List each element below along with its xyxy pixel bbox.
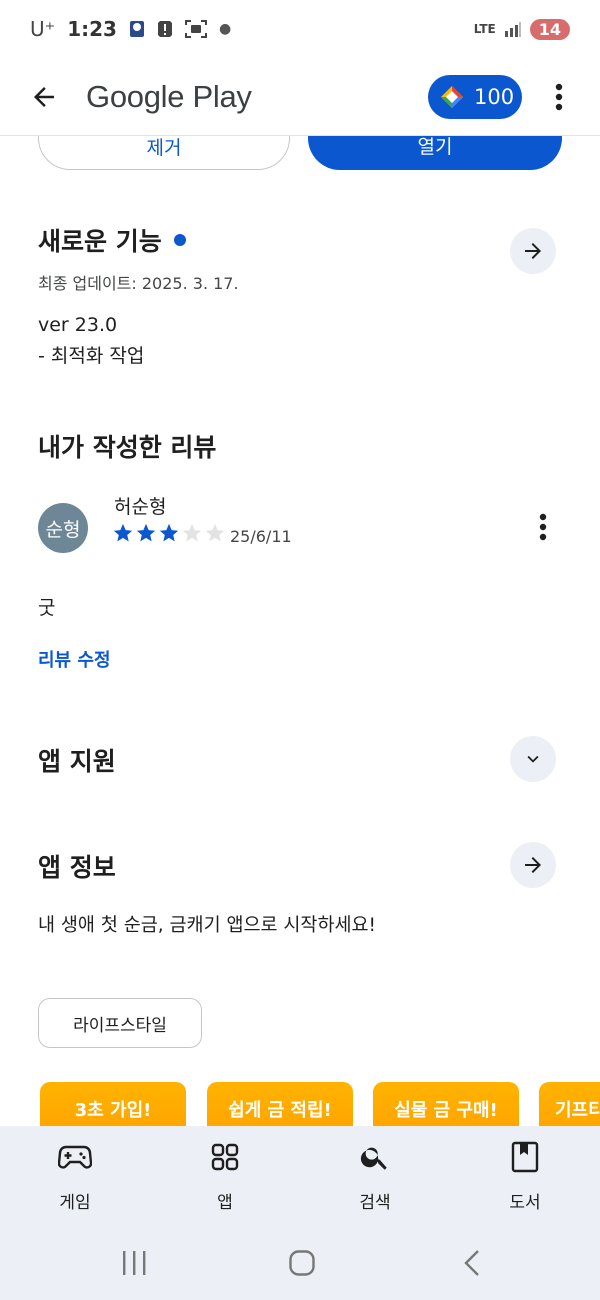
app-support-expand-button[interactable] bbox=[510, 736, 556, 782]
nav-item-apps[interactable]: 앱 bbox=[150, 1126, 300, 1230]
review-date: 25/6/11 bbox=[230, 527, 292, 546]
apps-grid-icon bbox=[211, 1143, 239, 1171]
carrier-label: U⁺ bbox=[30, 17, 56, 41]
nav-label-apps: 앱 bbox=[217, 1193, 233, 1213]
nav-label-search: 검색 bbox=[359, 1193, 391, 1213]
my-review-title: 내가 작성한 리뷰 bbox=[38, 433, 217, 462]
screenshot-card[interactable]: 실물 금 구매! bbox=[373, 1082, 519, 1126]
network-type: LTE bbox=[473, 22, 496, 36]
review-options-button[interactable] bbox=[526, 510, 560, 544]
home-icon bbox=[289, 1250, 315, 1276]
avatar: 순형 bbox=[38, 503, 88, 553]
category-chip[interactable]: 라이프스타일 bbox=[38, 998, 202, 1048]
arrow-right-icon bbox=[525, 857, 541, 873]
release-version: ver 23.0 bbox=[38, 314, 118, 336]
book-icon bbox=[511, 1141, 539, 1173]
bottom-navigation: 게임 앱 검색 도서 bbox=[0, 1126, 600, 1230]
last-updated: 최종 업데이트: 2025. 3. 17. bbox=[38, 274, 239, 293]
app-info-title[interactable]: 앱 정보 bbox=[38, 848, 116, 884]
nav-label-books: 도서 bbox=[509, 1193, 541, 1213]
review-text: 굿 bbox=[38, 597, 56, 619]
edit-review-link[interactable]: 리뷰 수정 bbox=[38, 646, 111, 672]
status-time: 1:23 bbox=[67, 17, 117, 41]
star-rating bbox=[112, 522, 226, 544]
nav-item-books[interactable]: 도서 bbox=[450, 1126, 600, 1230]
app-bar: Google Play 100 bbox=[0, 58, 600, 136]
gamepad-icon bbox=[58, 1145, 92, 1169]
new-indicator-dot bbox=[173, 234, 186, 246]
play-points-button[interactable]: 100 bbox=[428, 74, 522, 119]
uninstall-button[interactable]: 제거 bbox=[38, 136, 290, 170]
open-button[interactable]: 열기 bbox=[308, 136, 562, 170]
system-back-button[interactable] bbox=[452, 1246, 492, 1280]
whats-new-section[interactable]: 새로운 기능 최종 업데이트: 2025. 3. 17. bbox=[38, 222, 562, 294]
screenshot-card[interactable]: 쉽게 금 적립! bbox=[207, 1082, 353, 1126]
app-title: Google Play bbox=[86, 78, 252, 114]
app-info-arrow-button[interactable] bbox=[510, 842, 556, 888]
release-notes: ver 23.0 - 최적화 작업 bbox=[38, 310, 144, 372]
status-bar: U⁺ 1:23 ● LTE 14 bbox=[0, 0, 600, 58]
search-icon bbox=[360, 1147, 387, 1170]
uninstall-label: 제거 bbox=[146, 137, 182, 159]
recent-apps-button[interactable] bbox=[114, 1246, 154, 1280]
install-actions: 제거 열기 bbox=[38, 136, 562, 170]
open-label: 열기 bbox=[417, 136, 453, 158]
alert-icon bbox=[157, 21, 172, 37]
arrow-right-icon bbox=[525, 243, 541, 259]
signal-icon bbox=[504, 22, 521, 37]
whats-new-arrow-button[interactable] bbox=[510, 228, 556, 274]
chevron-left-icon bbox=[464, 1250, 479, 1276]
play-points-icon bbox=[441, 85, 463, 108]
more-vert-icon bbox=[555, 83, 563, 110]
screenshot-card[interactable]: 기프티 bbox=[539, 1082, 600, 1126]
star-empty-icon bbox=[182, 523, 202, 542]
star-filled-icon bbox=[113, 523, 133, 542]
screenshot-carousel[interactable]: 3초 가입! 쉽게 금 적립! 실물 금 구매! 기프티 bbox=[40, 1082, 600, 1126]
arrow-left-icon bbox=[34, 86, 54, 107]
recent-apps-icon bbox=[123, 1251, 146, 1275]
app-description: 내 생애 첫 순금, 금캐기 앱으로 시작하세요! bbox=[38, 915, 376, 936]
play-points-value: 100 bbox=[474, 84, 515, 109]
more-vert-icon bbox=[539, 513, 547, 541]
star-empty-icon bbox=[205, 523, 225, 542]
system-navigation-bar bbox=[0, 1230, 600, 1300]
screenshot-icon bbox=[184, 20, 207, 38]
home-button[interactable] bbox=[282, 1246, 322, 1280]
battery-indicator: 14 bbox=[529, 18, 570, 40]
back-button[interactable] bbox=[14, 67, 74, 127]
more-options-button[interactable] bbox=[536, 67, 582, 127]
whats-new-title: 새로운 기능 bbox=[38, 227, 162, 256]
reviewer-name: 허순형 bbox=[114, 496, 167, 518]
release-note-item: - 최적화 작업 bbox=[38, 345, 145, 367]
screenshot-card[interactable]: 3초 가입! bbox=[40, 1082, 186, 1126]
star-filled-icon bbox=[136, 523, 156, 542]
notification-app-icon bbox=[129, 21, 144, 37]
star-filled-icon bbox=[159, 523, 179, 542]
chevron-down-icon bbox=[527, 755, 539, 763]
nav-label-games: 게임 bbox=[59, 1193, 91, 1213]
nav-item-search[interactable]: 검색 bbox=[300, 1126, 450, 1230]
nav-item-games[interactable]: 게임 bbox=[0, 1126, 150, 1230]
dot-icon: ● bbox=[218, 21, 232, 37]
app-support-title[interactable]: 앱 지원 bbox=[38, 742, 116, 778]
